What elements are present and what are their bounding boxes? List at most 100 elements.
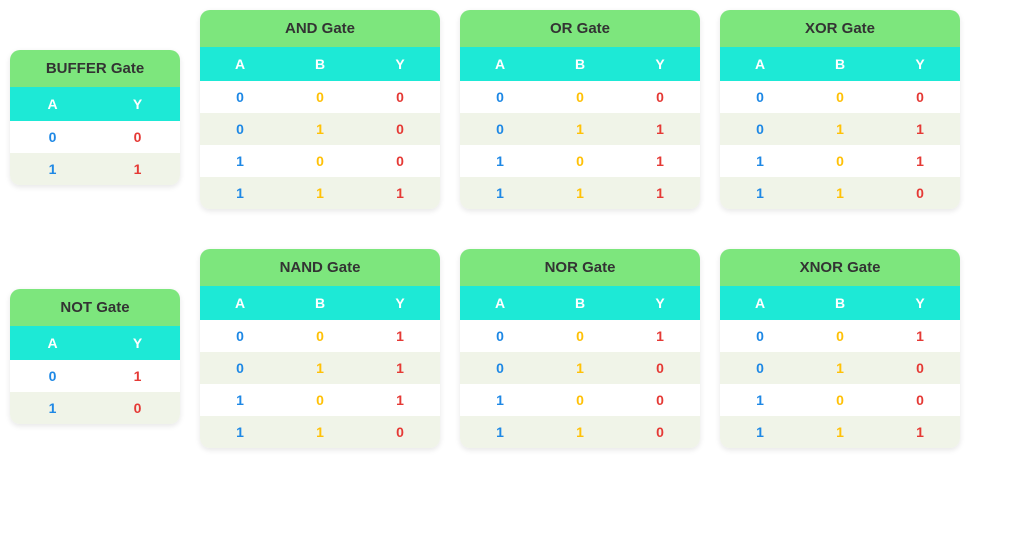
cell: 1 [620, 113, 700, 145]
gate-title: BUFFER Gate [10, 50, 180, 87]
cell: 1 [280, 352, 360, 384]
table-row: 010 [720, 352, 960, 384]
cell: 0 [880, 384, 960, 416]
cell: 0 [360, 416, 440, 448]
gate-title: OR Gate [460, 10, 700, 47]
cell: 1 [460, 416, 540, 448]
gate-table: XOR GateABY000011101110 [720, 10, 960, 209]
table-row: 011 [200, 352, 440, 384]
column-header: Y [880, 286, 960, 320]
column-header: B [540, 286, 620, 320]
gate-title: NAND Gate [200, 249, 440, 286]
cell: 0 [720, 352, 800, 384]
cell: 0 [280, 145, 360, 177]
table-row: 01 [10, 360, 180, 392]
cell: 1 [620, 320, 700, 352]
cell: 1 [880, 416, 960, 448]
cell: 0 [540, 145, 620, 177]
cell: 1 [620, 145, 700, 177]
cell: 0 [720, 81, 800, 113]
table-row: 111 [720, 416, 960, 448]
table-row: 100 [460, 384, 700, 416]
gate-table: NAND GateABY001011101110 [200, 249, 440, 448]
cell: 1 [540, 177, 620, 209]
cell: 0 [800, 81, 880, 113]
column-header: Y [880, 47, 960, 81]
table-row: 000 [200, 81, 440, 113]
gate-body: 000011101110 [720, 81, 960, 209]
cell: 1 [95, 360, 180, 392]
cell: 0 [10, 360, 95, 392]
gate-header: ABY [720, 286, 960, 320]
gate-header: ABY [200, 47, 440, 81]
cell: 1 [800, 113, 880, 145]
column-header: B [800, 286, 880, 320]
column-header: Y [95, 87, 180, 121]
table-row: 001 [720, 320, 960, 352]
cell: 0 [360, 81, 440, 113]
column-header: B [540, 47, 620, 81]
cell: 1 [540, 113, 620, 145]
cell: 1 [280, 416, 360, 448]
cell: 0 [460, 113, 540, 145]
gate-header: AY [10, 87, 180, 121]
cell: 0 [280, 384, 360, 416]
cell: 1 [10, 392, 95, 424]
cell: 1 [620, 177, 700, 209]
cell: 0 [200, 113, 280, 145]
column-header: Y [360, 47, 440, 81]
cell: 0 [540, 384, 620, 416]
cell: 0 [800, 384, 880, 416]
table-row: 101 [720, 145, 960, 177]
cell: 1 [880, 320, 960, 352]
cell: 1 [200, 384, 280, 416]
cell: 1 [540, 416, 620, 448]
cell: 0 [880, 177, 960, 209]
table-row: 10 [10, 392, 180, 424]
gate-title: NOR Gate [460, 249, 700, 286]
cell: 0 [95, 392, 180, 424]
gate-header: AY [10, 326, 180, 360]
cell: 0 [280, 320, 360, 352]
table-row: 000 [460, 81, 700, 113]
table-row: 010 [200, 113, 440, 145]
cell: 0 [200, 352, 280, 384]
table-row: 011 [460, 113, 700, 145]
cell: 0 [620, 81, 700, 113]
cell: 1 [720, 384, 800, 416]
gate-body: 000010100111 [200, 81, 440, 209]
cell: 0 [200, 320, 280, 352]
cell: 1 [720, 177, 800, 209]
cell: 1 [360, 352, 440, 384]
cell: 0 [620, 416, 700, 448]
column-header: A [200, 47, 280, 81]
column-header: Y [620, 286, 700, 320]
column-header: B [280, 286, 360, 320]
column-header: A [720, 47, 800, 81]
gate-body: 001011101110 [200, 320, 440, 448]
cell: 1 [95, 153, 180, 185]
cell: 0 [880, 81, 960, 113]
column-header: Y [360, 286, 440, 320]
column-header: B [280, 47, 360, 81]
gate-table: NOR GateABY001010100110 [460, 249, 700, 448]
cell: 1 [200, 145, 280, 177]
table-row: 11 [10, 153, 180, 185]
cell: 1 [280, 113, 360, 145]
table-row: 110 [720, 177, 960, 209]
table-row: 100 [720, 384, 960, 416]
cell: 1 [360, 320, 440, 352]
cell: 0 [360, 145, 440, 177]
gate-table: XNOR GateABY001010100111 [720, 249, 960, 448]
cell: 1 [880, 113, 960, 145]
column-header: A [200, 286, 280, 320]
column-header: A [460, 286, 540, 320]
table-row: 100 [200, 145, 440, 177]
gate-header: ABY [460, 47, 700, 81]
cell: 1 [360, 384, 440, 416]
cell: 1 [800, 177, 880, 209]
column-header: A [720, 286, 800, 320]
cell: 0 [880, 352, 960, 384]
column-header: B [800, 47, 880, 81]
cell: 0 [540, 320, 620, 352]
